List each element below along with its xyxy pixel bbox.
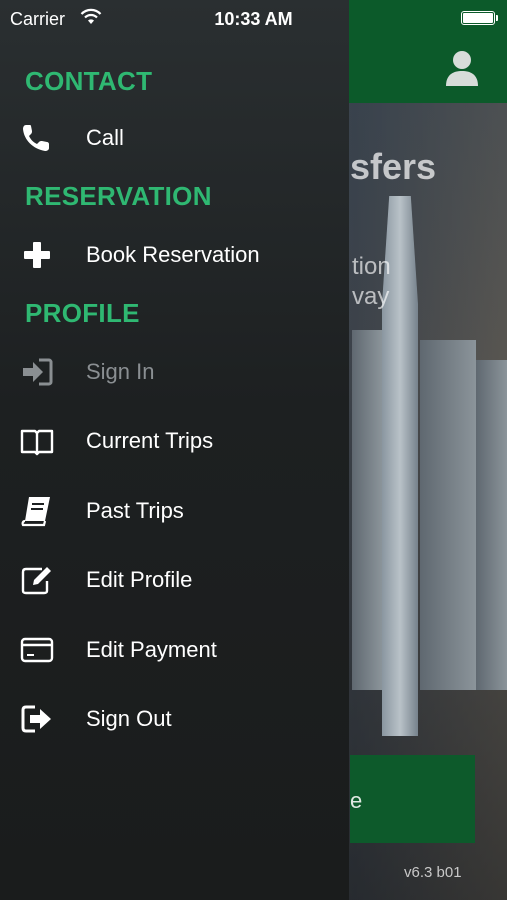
user-icon[interactable] (444, 48, 480, 88)
sign-in-icon (23, 358, 53, 386)
reserve-button-label: e (350, 788, 363, 813)
menu-item-label: Sign In (86, 359, 155, 384)
edit-icon (21, 567, 51, 595)
menu-item-sign-in[interactable]: Sign In (0, 344, 349, 400)
menu-item-current-trips[interactable]: Current Trips (0, 413, 349, 469)
plus-icon (24, 242, 50, 268)
sign-out-icon (21, 705, 51, 733)
credit-card-icon (20, 637, 54, 663)
menu-item-book-reservation[interactable]: Book Reservation (0, 227, 349, 283)
menu-item-label: Sign Out (86, 706, 172, 731)
menu-item-label: Edit Profile (86, 567, 193, 592)
menu-item-sign-out[interactable]: Sign Out (0, 691, 349, 747)
open-book-icon (20, 429, 54, 456)
building-image (476, 360, 507, 690)
closed-book-icon (21, 497, 50, 527)
welcome-subtitle: tion vay (352, 253, 391, 310)
side-menu: CONTACT Call RESERVATION Book Reservatio… (0, 0, 349, 900)
menu-item-label: Past Trips (86, 498, 184, 523)
menu-item-edit-profile[interactable]: Edit Profile (0, 552, 349, 608)
menu-item-past-trips[interactable]: Past Trips (0, 483, 349, 539)
menu-item-label: Current Trips (86, 428, 214, 453)
menu-item-label: Book Reservation (86, 242, 260, 267)
version-label: v6.3 b01 (404, 864, 462, 881)
section-reservation: RESERVATION (25, 181, 212, 211)
menu-item-edit-payment[interactable]: Edit Payment (0, 622, 349, 678)
menu-item-label: Call (86, 125, 124, 150)
status-bar: Carrier 10:33 AM (0, 0, 507, 38)
battery-icon (461, 11, 498, 25)
phone-icon (23, 125, 49, 151)
building-image (352, 330, 382, 690)
welcome-title: sfers (350, 146, 437, 187)
reserve-button[interactable] (350, 755, 475, 843)
section-profile: PROFILE (25, 298, 140, 328)
clock: 10:33 AM (214, 9, 293, 29)
building-image (420, 340, 476, 690)
section-contact: CONTACT (25, 66, 153, 96)
menu-item-label: Edit Payment (86, 637, 217, 662)
menu-item-call[interactable]: Call (0, 110, 349, 166)
